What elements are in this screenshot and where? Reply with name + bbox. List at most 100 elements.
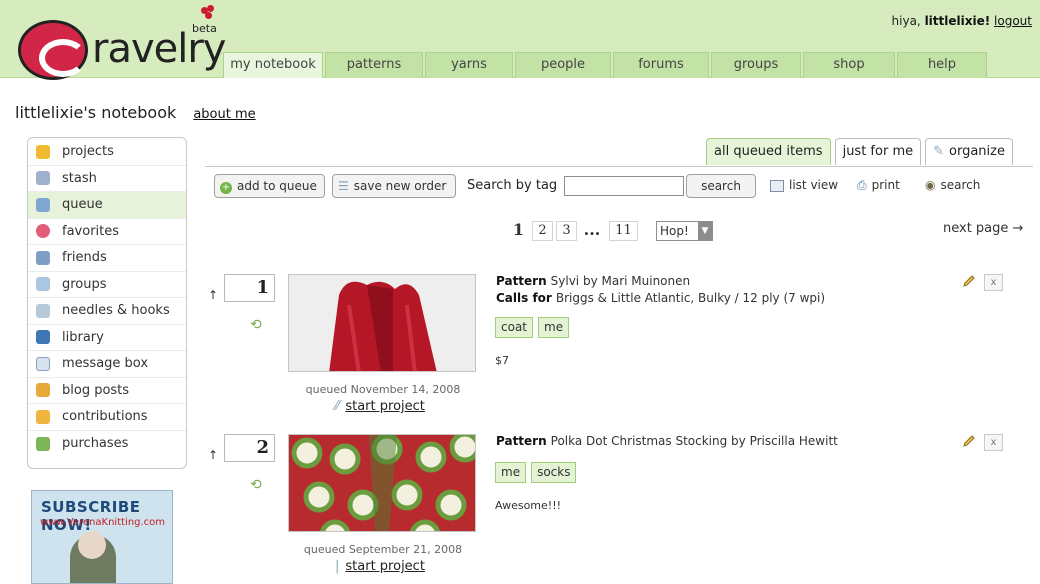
reorder-icon[interactable]: ⟲ — [250, 318, 265, 332]
tab-help[interactable]: help — [897, 52, 987, 78]
reorder-icon[interactable]: ⟲ — [250, 478, 265, 492]
save-new-order-button[interactable]: ☰ save new order — [332, 174, 456, 198]
tab-groups[interactable]: groups — [711, 52, 801, 78]
page-3[interactable]: 3 — [556, 221, 577, 241]
sidebar-item-purchases[interactable]: purchases — [28, 431, 186, 458]
main-nav: my notebook patterns yarns people forums… — [223, 52, 989, 78]
library-icon — [36, 330, 50, 345]
entry-notes: Awesome!!! — [495, 499, 562, 512]
binoculars-search-button[interactable]: ◉ search — [920, 174, 992, 198]
needles-icon: | — [335, 559, 340, 574]
logo-mark — [18, 20, 88, 80]
remove-button[interactable]: x — [984, 434, 1003, 451]
sidebar-item-label: queue — [62, 197, 103, 213]
pattern-name[interactable]: Sylvi by Mari Muinonen — [551, 274, 690, 288]
sidebar-item-groups[interactable]: groups — [28, 272, 186, 298]
page-11[interactable]: 11 — [609, 221, 638, 241]
sidebar-item-label: library — [62, 329, 104, 345]
about-me-link[interactable]: about me — [193, 107, 255, 122]
sidebar-item-contributions[interactable]: contributions — [28, 404, 186, 431]
printer-icon: ⎙ — [857, 178, 867, 192]
search-button[interactable]: search — [686, 174, 756, 198]
username: littlelixie! — [924, 14, 991, 28]
sidebar-item-friends[interactable]: friends — [28, 245, 186, 272]
queue-position-input[interactable]: 2 — [224, 434, 275, 462]
print-button[interactable]: ⎙ print — [852, 174, 914, 198]
edit-pencil-icon[interactable] — [962, 274, 976, 288]
envelope-icon — [36, 356, 50, 371]
queue-toolbar: + add to queue ☰ save new order Search by … — [214, 174, 1004, 199]
sidebar-item-projects[interactable]: projects — [28, 139, 186, 166]
sidebar-item-message-box[interactable]: message box — [28, 351, 186, 378]
greeting-text: hiya, — [891, 14, 925, 28]
tag-coat[interactable]: coat — [495, 317, 533, 338]
pattern-thumbnail[interactable] — [288, 434, 476, 532]
tag-socks[interactable]: socks — [531, 462, 577, 483]
sidebar-item-queue[interactable]: queue — [28, 192, 186, 219]
next-page-link[interactable]: next page → — [943, 221, 1023, 236]
remove-button[interactable]: x — [984, 274, 1003, 291]
sidebar-item-label: friends — [62, 250, 107, 266]
advertisement[interactable]: SUBSCRIBE NOW! www.VerenaKnitting.com — [31, 490, 173, 584]
wrench-icon: ✎ — [933, 144, 945, 159]
queue-entry: ↑ 2 ⟲ queued September 21, 2008 | start p… — [200, 434, 1010, 584]
tab-shop[interactable]: shop — [803, 52, 895, 78]
sidebar-item-blog-posts[interactable]: blog posts — [28, 378, 186, 404]
tab-my-notebook[interactable]: my notebook — [223, 52, 323, 78]
tab-organize[interactable]: ✎ organize — [925, 138, 1013, 165]
stocking-photo — [289, 435, 475, 531]
sidebar-item-favorites[interactable]: favorites — [28, 219, 186, 245]
sidebar-item-label: favorites — [62, 223, 120, 239]
start-project-link[interactable]: | start project — [335, 559, 425, 574]
notebook-sidebar: projects stash queue favorites friends g… — [27, 137, 187, 469]
sidebar-item-stash[interactable]: stash — [28, 166, 186, 192]
sidebar-item-library[interactable]: library — [28, 325, 186, 351]
tag-search-input[interactable] — [564, 176, 684, 196]
entry-notes: $7 — [495, 354, 509, 367]
queued-date: queued September 21, 2008 — [303, 543, 463, 556]
groups-icon — [36, 277, 50, 292]
page-title: littlelixie's notebook — [15, 103, 177, 122]
tab-all-queued-items[interactable]: all queued items — [706, 138, 831, 165]
pattern-name[interactable]: Polka Dot Christmas Stocking by Priscill… — [551, 434, 838, 448]
sidebar-item-label: projects — [62, 144, 114, 160]
start-project-label: start project — [345, 399, 425, 414]
entry-tags: coat me — [495, 317, 574, 338]
pattern-thumbnail[interactable] — [288, 274, 476, 372]
start-project-link[interactable]: ⁄⁄ start project — [335, 399, 425, 414]
add-to-queue-label: add to queue — [237, 179, 317, 193]
move-up-arrow-icon[interactable]: ↑ — [208, 288, 218, 302]
queue-position-input[interactable]: 1 — [224, 274, 275, 302]
tag-icon — [36, 436, 50, 451]
header-bar: ravelry beta hiya, littlelixie! logout m… — [0, 0, 1040, 80]
tag-me[interactable]: me — [495, 462, 527, 483]
sidebar-item-label: blog posts — [62, 382, 130, 398]
logout-link[interactable]: logout — [994, 14, 1032, 28]
sidebar-item-label: purchases — [62, 436, 129, 452]
plus-icon: + — [220, 182, 232, 194]
ravelry-logo[interactable]: ravelry beta — [18, 5, 228, 80]
add-to-queue-button[interactable]: + add to queue — [214, 174, 325, 198]
hop-select-value: Hop! — [660, 224, 689, 238]
sidebar-item-needles-hooks[interactable]: needles & hooks — [28, 298, 186, 325]
print-label: print — [871, 178, 900, 192]
page-1[interactable]: 1 — [508, 221, 529, 241]
page: ravelry beta hiya, littlelixie! logout m… — [0, 0, 1040, 584]
tab-yarns[interactable]: yarns — [425, 52, 513, 78]
tab-just-for-me[interactable]: just for me — [834, 138, 922, 165]
search-link-label: search — [940, 178, 981, 192]
tab-forums[interactable]: forums — [613, 52, 709, 78]
tab-people[interactable]: people — [515, 52, 611, 78]
friends-icon — [36, 250, 50, 265]
tab-patterns[interactable]: patterns — [325, 52, 423, 78]
list-view-button[interactable]: list view — [765, 174, 845, 198]
pager-ellipsis: ... — [583, 220, 601, 239]
stash-icon — [36, 171, 50, 186]
tag-me[interactable]: me — [538, 317, 570, 338]
needles-icon — [36, 303, 50, 318]
move-up-arrow-icon[interactable]: ↑ — [208, 448, 218, 462]
hop-select[interactable]: Hop! ▼ — [656, 221, 713, 241]
page-2[interactable]: 2 — [532, 221, 553, 241]
house-icon — [36, 383, 50, 398]
edit-pencil-icon[interactable] — [962, 434, 976, 448]
